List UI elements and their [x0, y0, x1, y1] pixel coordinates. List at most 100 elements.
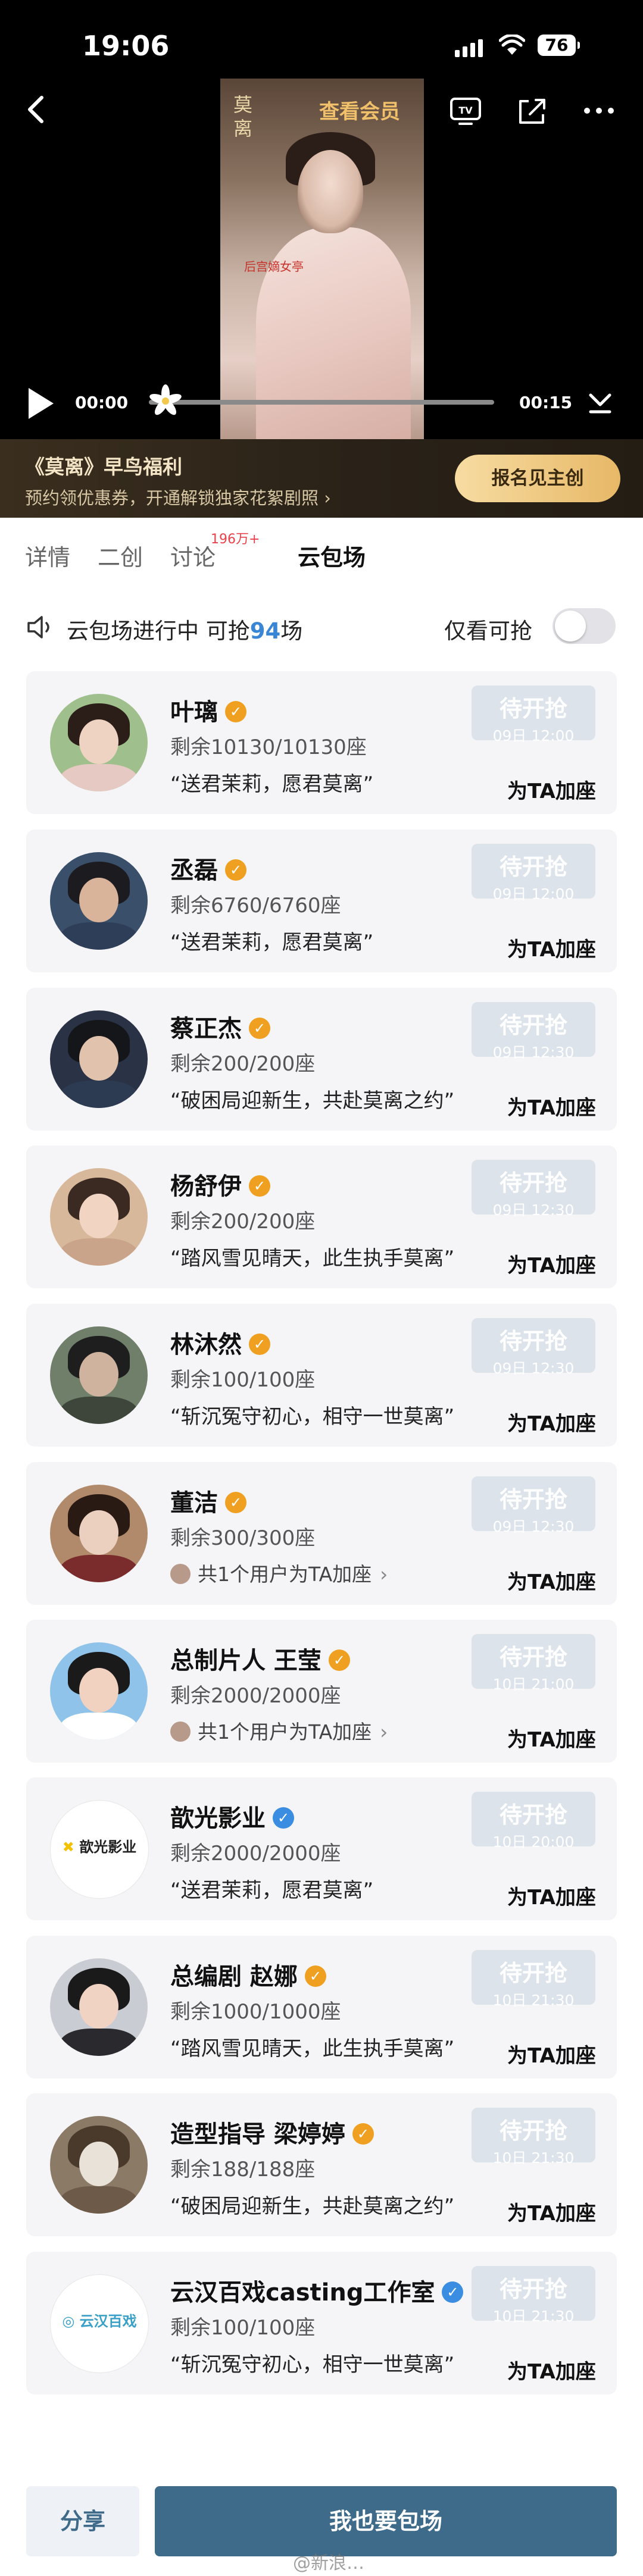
- pending-grab-button[interactable]: 待开抢 10日 21:30: [472, 2108, 595, 2167]
- promo-subtitle[interactable]: 预约领优惠券，开通解锁独家花絮剧照 ›: [25, 484, 331, 509]
- screening-card[interactable]: 林沐然 剩余100/100座 “斩沉冤守初心，相守一世莫离” 待开抢 09日 1…: [26, 1304, 617, 1447]
- screening-host-name: 董洁: [170, 1483, 246, 1518]
- screening-host-name: 蔡正杰: [170, 1009, 270, 1044]
- add-seat-button[interactable]: 为TA加座: [507, 2355, 596, 2384]
- pending-grab-button[interactable]: 待开抢 09日 12:30: [472, 1318, 595, 1377]
- screening-card[interactable]: 造型指导 梁婷婷 剩余188/188座 “破困局迎新生，共赴莫离之约” 待开抢 …: [26, 2093, 617, 2236]
- avatar[interactable]: [50, 1958, 148, 2056]
- avatar[interactable]: [50, 694, 148, 791]
- add-seat-button[interactable]: 为TA加座: [507, 2039, 596, 2068]
- avatar[interactable]: [50, 1485, 148, 1582]
- add-seat-button[interactable]: 为TA加座: [507, 933, 596, 962]
- early-bird-promo-banner[interactable]: 《莫离》早鸟福利 预约领优惠券，开通解锁独家花絮剧照 › 报名见主创: [0, 439, 643, 518]
- screening-card[interactable]: ◎ 云汉百戏 云汉百戏casting工作室 剩余100/100座 “斩沉冤守初心…: [26, 2252, 617, 2395]
- pending-label: 待开抢: [499, 1960, 567, 1986]
- pending-grab-button[interactable]: 待开抢 10日 20:00: [472, 1792, 595, 1851]
- open-time: 09日 12:30: [492, 1518, 575, 1535]
- avatar[interactable]: ◎ 云汉百戏: [50, 2274, 149, 2373]
- avatar[interactable]: [50, 1326, 148, 1424]
- avatar[interactable]: [50, 852, 148, 950]
- add-seat-button[interactable]: 为TA加座: [507, 1881, 596, 1910]
- avatar-body: [60, 1238, 138, 1266]
- poster-figure-head: [298, 150, 363, 233]
- screening-host-name: 杨舒伊: [170, 1167, 270, 1201]
- tab-cloud-screening[interactable]: 云包场: [298, 539, 366, 572]
- pending-label: 待开抢: [499, 1802, 567, 1828]
- verified-badge-icon: [225, 701, 246, 722]
- slogan: “斩沉冤守初心，相守一世莫离”: [170, 1405, 455, 1429]
- only-available-toggle[interactable]: [553, 608, 616, 644]
- pending-grab-button[interactable]: 待开抢 09日 12:30: [472, 1002, 595, 1061]
- screening-card[interactable]: 叶璃 剩余10130/10130座 “送君茉莉，愿君莫离” 待开抢 09日 12…: [26, 671, 617, 814]
- screening-card[interactable]: 总编剧 赵娜 剩余1000/1000座 “踏风雪见晴天，此生执手莫离” 待开抢 …: [26, 1936, 617, 2079]
- screening-card[interactable]: 杨舒伊 剩余200/200座 “踏风雪见晴天，此生执手莫离” 待开抢 09日 1…: [26, 1145, 617, 1288]
- add-seat-button[interactable]: 为TA加座: [507, 1566, 596, 1595]
- host-name-text: 云汉百戏casting工作室: [170, 2279, 435, 2306]
- play-icon[interactable]: [24, 386, 56, 421]
- screening-card[interactable]: 董洁 剩余300/300座 共1个用户为TA加座› 待开抢 09日 12:30 …: [26, 1462, 617, 1605]
- pending-grab-button[interactable]: 待开抢 09日 12:00: [472, 686, 595, 744]
- supporter-text: 共1个用户为TA加座: [198, 1720, 372, 1744]
- avatar-body: [60, 1555, 138, 1582]
- collapse-icon[interactable]: [585, 387, 616, 418]
- pending-label: 待开抢: [499, 1644, 567, 1670]
- add-seat-button[interactable]: 为TA加座: [507, 775, 596, 804]
- avatar[interactable]: [50, 1168, 148, 1266]
- pending-grab-button[interactable]: 待开抢 10日 21:30: [472, 2266, 595, 2325]
- speaker-icon: [27, 616, 49, 638]
- screening-status-row: 云包场进行中 可抢94场 仅看可抢: [0, 596, 643, 656]
- back-icon[interactable]: [21, 93, 50, 126]
- status-suffix: 场: [280, 618, 303, 644]
- cast-tv-icon[interactable]: TV: [448, 94, 483, 127]
- logo-mark: ✖: [62, 1839, 74, 1855]
- avatar-face: [79, 1351, 118, 1397]
- poster-subtitle: 后宫嫡女亭: [244, 259, 304, 274]
- jasmine-flower-scrubber-icon[interactable]: [149, 384, 182, 418]
- book-screening-button[interactable]: 我也要包场: [155, 2486, 617, 2556]
- screening-host-name: 造型指导 梁婷婷: [170, 2115, 374, 2149]
- avatar[interactable]: ✖ 歆光影业: [50, 1800, 149, 1899]
- screening-host-name: 叶璃: [170, 693, 246, 727]
- share-icon[interactable]: [514, 94, 550, 127]
- supporter-text: 共1个用户为TA加座: [198, 1563, 372, 1586]
- verified-badge-icon: [352, 2123, 374, 2145]
- pending-label: 待开抢: [499, 1012, 567, 1038]
- slogan: “送君茉莉，愿君莫离”: [170, 1879, 374, 1902]
- screening-card[interactable]: ✖ 歆光影业 歆光影业 剩余2000/2000座 “送君茉莉，愿君莫离” 待开抢…: [26, 1777, 617, 1920]
- pending-grab-button[interactable]: 待开抢 09日 12:30: [472, 1476, 595, 1535]
- progress-bar[interactable]: [149, 400, 494, 405]
- add-seat-button[interactable]: 为TA加座: [507, 1407, 596, 1436]
- slogan: “送君茉莉，愿君莫离”: [170, 931, 374, 954]
- host-name-text: 歆光影业: [170, 1805, 266, 1832]
- host-name-text: 造型指导 梁婷婷: [170, 2121, 345, 2148]
- open-time: 09日 12:00: [492, 727, 575, 744]
- screening-card[interactable]: 丞磊 剩余6760/6760座 “送君茉莉，愿君莫离” 待开抢 09日 12:0…: [26, 830, 617, 972]
- host-name-text: 叶璃: [170, 699, 218, 726]
- pending-grab-button[interactable]: 待开抢 10日 21:30: [472, 1950, 595, 2009]
- screening-card[interactable]: 蔡正杰 剩余200/200座 “破困局迎新生，共赴莫离之约” 待开抢 09日 1…: [26, 988, 617, 1131]
- avatar[interactable]: [50, 2116, 148, 2214]
- pending-grab-button[interactable]: 待开抢 09日 12:30: [472, 1160, 595, 1219]
- seats-remaining: 剩余100/100座: [170, 1368, 316, 1392]
- tab-discussion[interactable]: 讨论: [170, 539, 216, 572]
- add-seat-button[interactable]: 为TA加座: [507, 2197, 596, 2226]
- avatar[interactable]: [50, 1010, 148, 1108]
- chevron-right-icon: ›: [380, 1563, 388, 1586]
- tab-details[interactable]: 详情: [25, 539, 70, 572]
- register-meet-cast-button[interactable]: 报名见主创: [455, 455, 620, 502]
- video-player[interactable]: 莫离 后宫嫡女亭 19:06 76 查看会员 TV 00:00 00:15: [0, 0, 643, 439]
- add-seat-button[interactable]: 为TA加座: [507, 1723, 596, 1752]
- share-button[interactable]: 分享: [26, 2486, 139, 2556]
- view-membership-button[interactable]: 查看会员: [319, 95, 400, 124]
- supporter-info[interactable]: 共1个用户为TA加座 ›: [170, 1716, 388, 1745]
- avatar[interactable]: [50, 1642, 148, 1740]
- screening-card[interactable]: 总制片人 王莹 剩余2000/2000座 共1个用户为TA加座 › 待开抢 10日…: [26, 1620, 617, 1763]
- tab-fan-creations[interactable]: 二创: [98, 539, 143, 572]
- add-seat-button[interactable]: 为TA加座: [507, 1091, 596, 1120]
- more-options-icon[interactable]: [581, 94, 617, 127]
- pending-grab-button[interactable]: 待开抢 10日 21:00: [472, 1634, 595, 1693]
- pending-grab-button[interactable]: 待开抢 09日 12:00: [472, 844, 595, 903]
- add-seat-button[interactable]: 为TA加座: [507, 1249, 596, 1278]
- supporter-info[interactable]: 共1个用户为TA加座 ›: [170, 1558, 388, 1587]
- open-time: 10日 21:00: [492, 1676, 575, 1693]
